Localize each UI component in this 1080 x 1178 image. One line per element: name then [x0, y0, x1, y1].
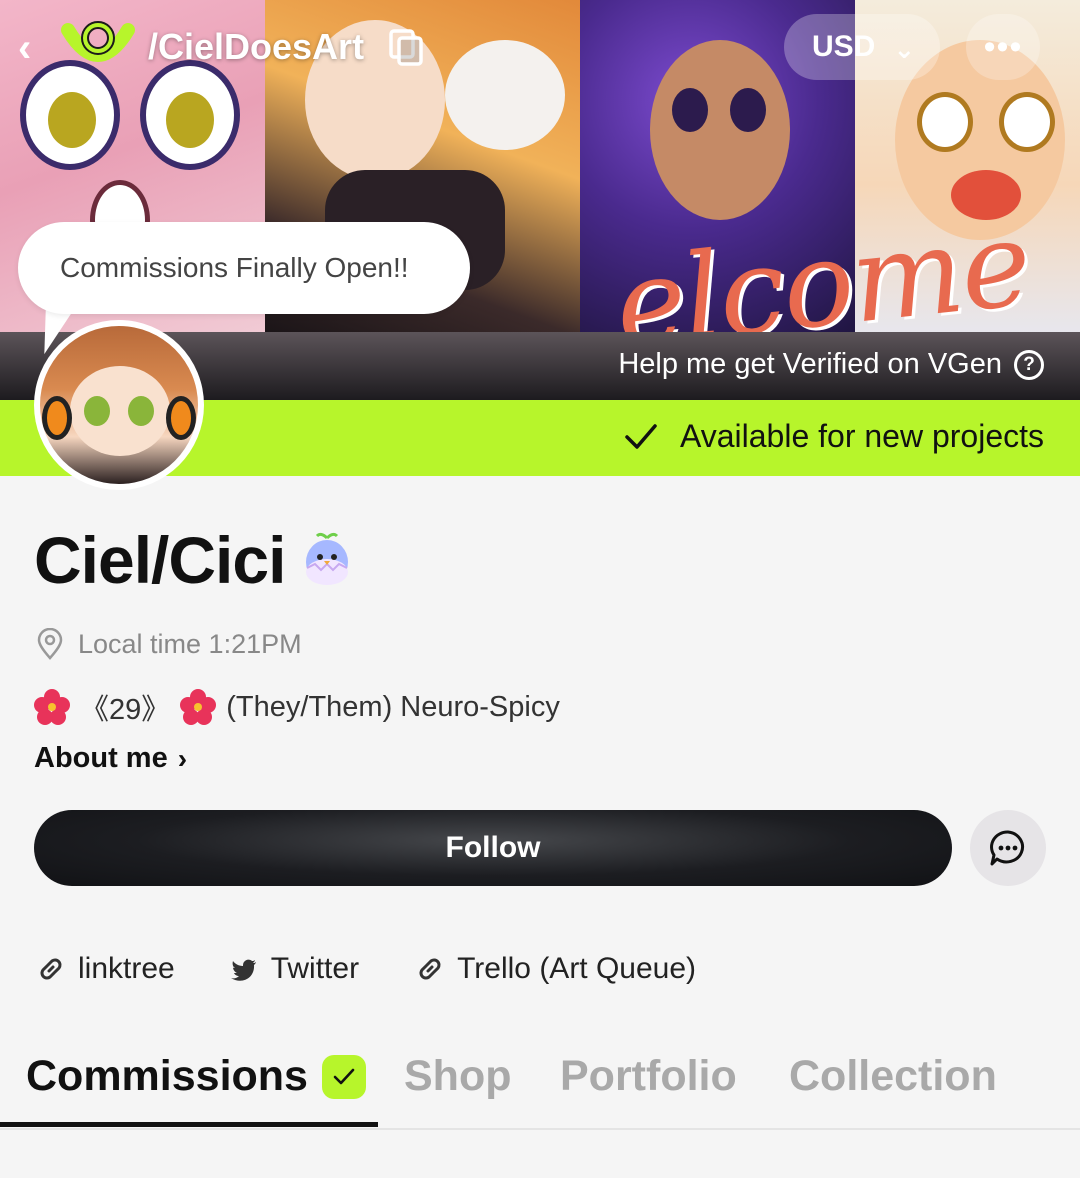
link-label: Trello (Art Queue) — [457, 952, 697, 985]
location-pin-icon — [37, 628, 63, 660]
chevron-right-icon: › — [177, 742, 188, 774]
chevron-down-icon: ⌄ — [893, 33, 916, 64]
tab-label: Commissions — [26, 1052, 308, 1100]
active-tab-indicator — [0, 1122, 378, 1127]
link-label: linktree — [78, 952, 175, 985]
tab-commissions[interactable]: Commissions — [26, 1052, 366, 1101]
hibiscus-icon — [34, 689, 70, 725]
local-time-text: Local time 1:21PM — [78, 628, 302, 659]
link-icon — [419, 958, 441, 980]
tab-collection[interactable]: Collection — [789, 1052, 997, 1101]
hibiscus-icon — [180, 689, 217, 725]
vgen-logo-icon[interactable] — [60, 16, 136, 74]
check-badge-icon — [321, 1054, 366, 1099]
external-links: linktree Twitter Trello (Art Queue) — [36, 952, 696, 986]
tab-portfolio[interactable]: Portfolio — [560, 1052, 737, 1101]
chat-bubble-icon — [990, 830, 1024, 866]
more-options-icon[interactable]: ••• — [966, 14, 1040, 80]
currency-selector[interactable]: USD ⌄ — [784, 14, 940, 80]
top-nav: ‹ /CielDoesArt USD ⌄ ••• — [0, 0, 1080, 100]
profile-name: Ciel/Cici — [34, 522, 351, 598]
check-icon — [625, 423, 657, 449]
currency-label: USD — [812, 30, 876, 63]
status-bubble: Commissions Finally Open!! — [18, 222, 470, 314]
link-trello[interactable]: Trello (Art Queue) — [415, 952, 696, 986]
back-chevron-icon[interactable]: ‹ — [18, 28, 31, 68]
avatar[interactable] — [34, 320, 204, 490]
bio-text: (They/Them) Neuro-Spicy — [226, 690, 560, 723]
link-icon — [40, 958, 62, 980]
local-time: Local time 1:21PM — [36, 628, 302, 660]
availability-label: Available for new projects — [679, 418, 1044, 454]
link-twitter[interactable]: Twitter — [229, 952, 359, 986]
about-me-label: About me — [34, 742, 168, 774]
twitter-icon — [230, 959, 256, 981]
help-icon: ? — [1014, 349, 1044, 380]
tab-shop[interactable]: Shop — [404, 1052, 511, 1101]
profile-tabs: Commissions Shop Portfolio Collection — [0, 1040, 1080, 1130]
avatar-image — [40, 326, 198, 484]
link-linktree[interactable]: linktree — [36, 952, 175, 986]
verify-link-label: Help me get Verified on VGen — [618, 348, 1002, 380]
status-bubble-text: Commissions Finally Open!! — [60, 252, 409, 283]
link-label: Twitter — [270, 952, 360, 985]
copy-icon[interactable] — [388, 28, 424, 66]
follow-button[interactable]: Follow — [34, 810, 952, 886]
profile-name-text: Ciel/Cici — [34, 523, 286, 597]
profile-bio: 《29》 (They/Them) Neuro-Spicy — [34, 686, 560, 728]
availability-status: Available for new projects — [624, 418, 1044, 455]
verify-link[interactable]: Help me get Verified on VGen ? — [618, 348, 1044, 381]
profile-handle: /CielDoesArt — [148, 26, 365, 67]
message-button[interactable] — [970, 810, 1046, 886]
about-me-link[interactable]: About me › — [34, 742, 187, 775]
bio-age: 《29》 — [80, 694, 171, 726]
chick-badge-icon[interactable] — [303, 532, 351, 588]
